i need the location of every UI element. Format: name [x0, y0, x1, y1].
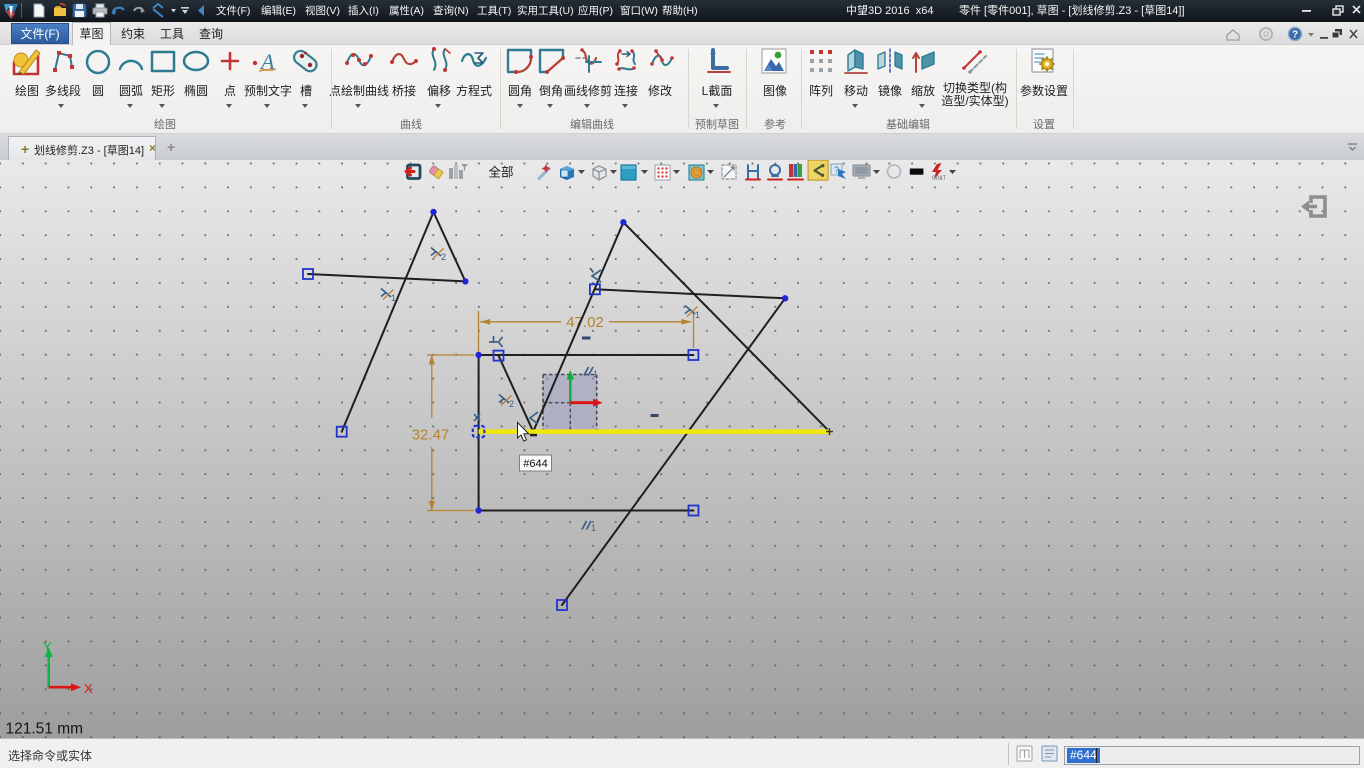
svg-text:1: 1: [695, 310, 700, 320]
svg-text:?: ?: [1292, 30, 1298, 41]
svg-text:1: 1: [593, 369, 598, 379]
svg-text:#644: #644: [523, 458, 547, 470]
svg-text:32.47: 32.47: [412, 427, 450, 444]
svg-text:X: X: [84, 681, 93, 696]
svg-text:2: 2: [441, 252, 446, 262]
svg-text:2: 2: [509, 399, 514, 409]
svg-text:GD&T: GD&T: [932, 176, 946, 182]
svg-text:1: 1: [391, 293, 396, 303]
svg-text:1: 1: [591, 523, 596, 533]
svg-text:121.51 mm: 121.51 mm: [6, 721, 84, 738]
svg-text:全部: 全部: [488, 165, 513, 180]
svg-text:47.02: 47.02: [566, 314, 604, 331]
svg-text:Y: Y: [43, 639, 52, 654]
